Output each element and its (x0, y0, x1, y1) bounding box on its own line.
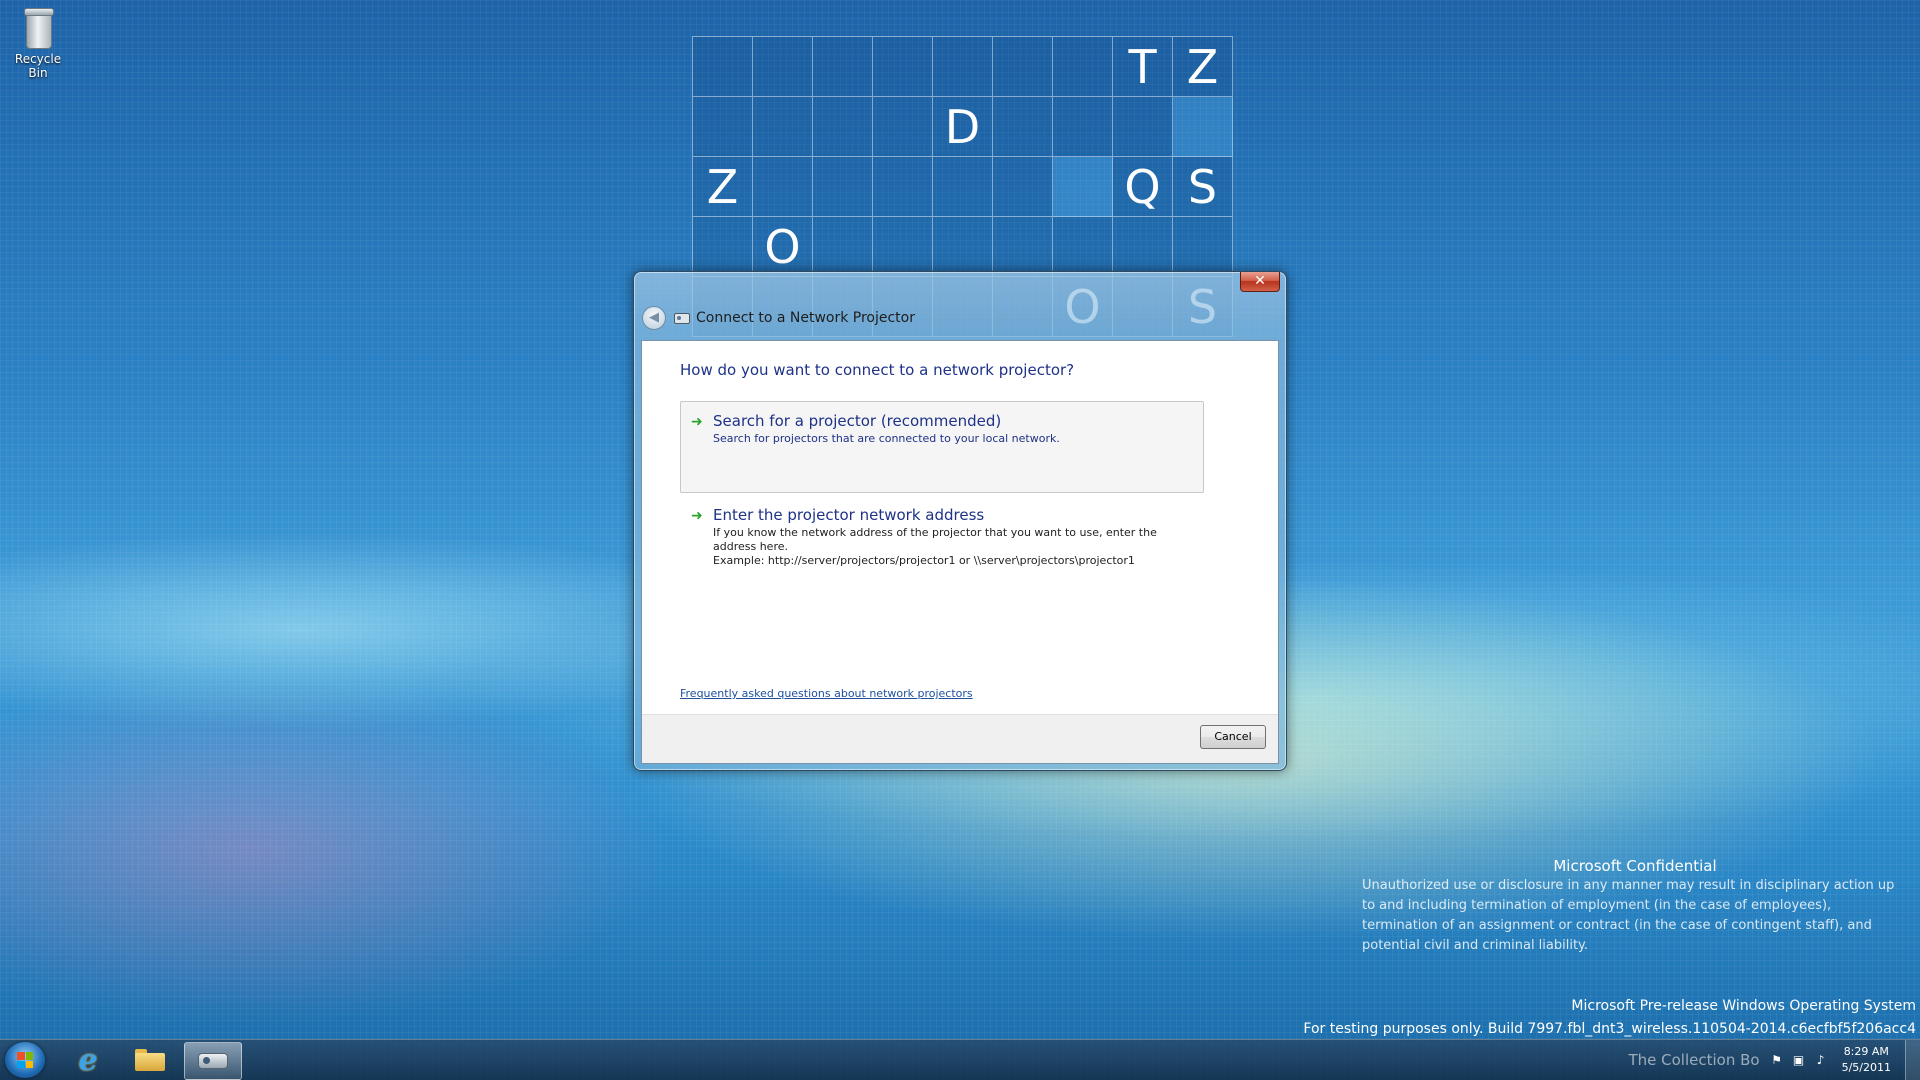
letter-cell (693, 37, 753, 97)
os-line: Microsoft Pre-release Windows Operating … (1571, 998, 1916, 1014)
letter-cell (1173, 217, 1233, 277)
letter-cell (873, 217, 933, 277)
letter-cell (1173, 97, 1233, 157)
letter-cell (1113, 217, 1173, 277)
dialog-footer: Cancel (642, 714, 1278, 763)
letter-cell: T (1113, 37, 1173, 97)
letter-cell (813, 97, 873, 157)
desktop-icon-label: Recycle Bin (14, 52, 62, 80)
letter-cell (993, 97, 1053, 157)
letter-cell (933, 157, 993, 217)
clock-time: 8:29 AM (1843, 1045, 1889, 1058)
projector-icon (198, 1053, 228, 1069)
taskbar-internet-explorer[interactable]: e (60, 1042, 116, 1078)
letter-cell (993, 217, 1053, 277)
dialog-heading: How do you want to connect to a network … (680, 361, 1075, 379)
build-info: Microsoft Pre-release Windows Operating … (1303, 995, 1916, 1041)
taskbar-windows-explorer[interactable] (122, 1042, 178, 1078)
letter-cell (1113, 97, 1173, 157)
watermark-title: Microsoft Confidential (1553, 857, 1717, 875)
letter-cell (1053, 157, 1113, 217)
clock[interactable]: 8:29 AM 5/5/2011 (1842, 1044, 1891, 1076)
letter-cell (933, 37, 993, 97)
option-search-projector[interactable]: ➜ Search for a projector (recommended) S… (680, 401, 1204, 493)
recycle-bin-icon (23, 8, 54, 49)
letter-cell (813, 157, 873, 217)
letter-cell: Q (1113, 157, 1173, 217)
green-arrow-icon: ➜ (691, 508, 703, 524)
letter-cell (813, 37, 873, 97)
letter-cell (753, 157, 813, 217)
volume-icon[interactable]: ♪ (1814, 1053, 1828, 1067)
letter-cell (993, 37, 1053, 97)
cancel-button[interactable]: Cancel (1200, 725, 1266, 749)
clock-date: 5/5/2011 (1841, 1061, 1891, 1074)
desktop-icon-recycle-bin[interactable]: Recycle Bin (4, 6, 72, 80)
dialog-title: Connect to a Network Projector (696, 310, 915, 326)
close-button[interactable]: ✕ (1240, 272, 1280, 292)
option-title: Enter the projector network address (713, 506, 985, 524)
option-description: Search for projectors that are connected… (713, 432, 1060, 445)
letter-cell (693, 217, 753, 277)
letter-cell: Z (693, 157, 753, 217)
letter-cell: S (1173, 157, 1233, 217)
show-desktop-button[interactable] (1905, 1040, 1920, 1080)
letter-cell (873, 37, 933, 97)
internet-explorer-icon: e (78, 1042, 98, 1078)
tray-overlay-text: The Collection Bo (1628, 1051, 1760, 1069)
system-tray: The Collection Bo ⚑ ▣ ♪ 8:29 AM 5/5/2011 (1628, 1040, 1920, 1080)
letter-cell (753, 37, 813, 97)
letter-cell (993, 157, 1053, 217)
letter-cell: Z (1173, 37, 1233, 97)
letter-cell (933, 217, 993, 277)
option-description: If you know the network address of the p… (713, 526, 1157, 553)
projector-title-icon (674, 312, 690, 324)
back-arrow-icon: ◀ (649, 310, 659, 325)
taskbar: e The Collection Bo ⚑ ▣ ♪ 8:29 AM 5/5/20… (0, 1039, 1920, 1080)
folder-icon (135, 1049, 165, 1071)
confidential-watermark: Microsoft Confidential Unauthorized use … (1362, 856, 1908, 956)
letter-cell: O (753, 217, 813, 277)
watermark-body: Unauthorized use or disclosure in any ma… (1362, 878, 1895, 953)
letter-cell (1053, 217, 1113, 277)
dialog-content: How do you want to connect to a network … (641, 340, 1279, 764)
build-line: For testing purposes only. Build 7997.fb… (1303, 1021, 1916, 1037)
letter-cell (1053, 97, 1113, 157)
faq-link[interactable]: Frequently asked questions about network… (680, 687, 973, 700)
letter-cell (873, 97, 933, 157)
start-button[interactable] (5, 1042, 45, 1078)
action-center-flag-icon[interactable]: ⚑ (1770, 1053, 1784, 1067)
letter-cell: D (933, 97, 993, 157)
network-icon[interactable]: ▣ (1792, 1053, 1806, 1067)
close-icon: ✕ (1254, 273, 1266, 289)
option-example: Example: http://server/projectors/projec… (713, 554, 1135, 567)
letter-cell (813, 217, 873, 277)
letter-cell (1053, 37, 1113, 97)
back-button[interactable]: ◀ (642, 306, 666, 330)
letter-cell (873, 157, 933, 217)
network-projector-dialog: ✕ ◀ Connect to a Network Projector How d… (633, 271, 1287, 771)
windows-logo-icon (17, 1052, 33, 1068)
green-arrow-icon: ➜ (691, 414, 703, 430)
option-enter-address[interactable]: ➜ Enter the projector network address If… (680, 495, 1204, 575)
option-title: Search for a projector (recommended) (713, 412, 1002, 430)
taskbar-network-projector[interactable] (184, 1042, 242, 1080)
letter-cell (693, 97, 753, 157)
letter-cell (753, 97, 813, 157)
dialog-titlebar: ◀ Connect to a Network Projector (642, 306, 915, 330)
